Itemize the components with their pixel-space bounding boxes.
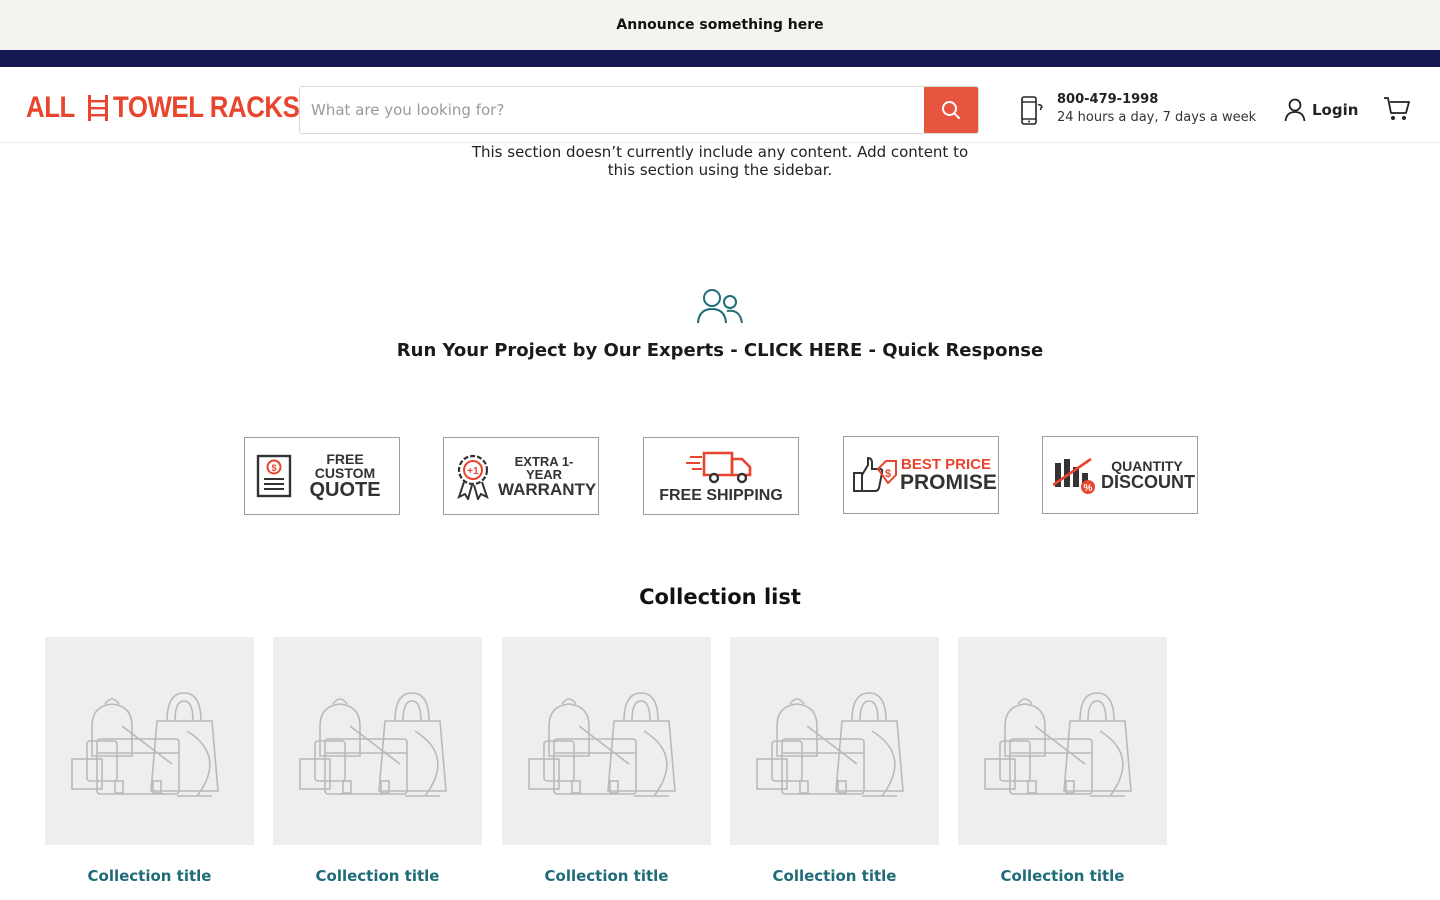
badge-label-line1: BEST PRICE	[900, 456, 991, 473]
svg-text:+1: +1	[467, 466, 479, 477]
people-group-icon[interactable]	[696, 287, 744, 325]
logo-word-towel-racks: TOWEL RACKS	[112, 91, 300, 124]
user-icon	[1284, 98, 1306, 122]
collection-title[interactable]: Collection title	[730, 867, 939, 885]
badge-free-shipping[interactable]: FREE SHIPPING	[643, 437, 799, 515]
cart-icon[interactable]	[1383, 96, 1411, 122]
badge-best-price-promise[interactable]: $ BEST PRICE PROMISE	[843, 436, 999, 514]
collection-image-placeholder[interactable]	[958, 637, 1167, 845]
badge-label-line2: PROMISE	[900, 471, 997, 494]
badge-label-line1: QUANTITY	[1111, 458, 1183, 474]
document-dollar-icon: $	[256, 454, 292, 498]
collection-title[interactable]: Collection title	[45, 867, 254, 885]
collection-card[interactable]: Collection title	[958, 637, 1167, 885]
phone-hours: 24 hours a day, 7 days a week	[1057, 110, 1257, 125]
collection-image-placeholder[interactable]	[502, 637, 711, 845]
bags-placeholder-icon	[984, 692, 1132, 797]
badge-extra-warranty[interactable]: +1 EXTRA 1-YEAR WARRANTY	[443, 437, 599, 515]
phone-contact[interactable]: 800-479-1998 24 hours a day, 7 days a we…	[1020, 91, 1256, 128]
collection-image-placeholder[interactable]	[730, 637, 939, 845]
announcement-text: Announce something here	[616, 17, 824, 33]
experts-link[interactable]: Run Your Project by Our Experts - CLICK …	[0, 340, 1440, 361]
announcement-bar: Announce something here	[0, 0, 1440, 50]
collection-card[interactable]: Collection title	[273, 637, 482, 885]
badge-label-line2: QUOTE	[309, 479, 381, 501]
collection-list-heading: Collection list	[639, 585, 801, 609]
search-bar	[299, 86, 979, 134]
bags-placeholder-icon	[528, 692, 676, 797]
empty-section-note: This section doesn’t currently include a…	[471, 143, 969, 179]
login-link[interactable]: Login	[1284, 98, 1358, 122]
badge-label-line1: EXTRA 1-YEAR	[514, 453, 574, 482]
collection-card[interactable]: Collection title	[730, 637, 939, 885]
collection-image-placeholder[interactable]	[45, 637, 254, 845]
phone-number[interactable]: 800-479-1998	[1057, 91, 1256, 108]
award-ribbon-icon: +1	[457, 454, 489, 500]
collection-title[interactable]: Collection title	[502, 867, 711, 885]
mobile-phone-icon	[1021, 96, 1043, 125]
search-icon	[942, 101, 960, 119]
bags-placeholder-icon	[756, 692, 904, 797]
svg-text:$: $	[885, 468, 891, 480]
badge-quantity-discount[interactable]: % QUANTITY DISCOUNT	[1042, 436, 1198, 514]
search-button[interactable]	[924, 87, 978, 133]
badge-label-line2: DISCOUNT	[1101, 472, 1195, 492]
thumbs-up-price-tag-icon: $	[853, 456, 897, 492]
bar-chart-discount-icon: %	[1053, 457, 1095, 494]
collection-image-placeholder[interactable]	[273, 637, 482, 845]
badge-label-line2: WARRANTY	[498, 479, 597, 499]
collection-card[interactable]: Collection title	[502, 637, 711, 885]
bags-placeholder-icon	[299, 692, 447, 797]
collection-title[interactable]: Collection title	[273, 867, 482, 885]
svg-text:$: $	[271, 463, 276, 473]
bags-placeholder-icon	[71, 692, 219, 797]
badge-label-line1: FREE SHIPPING	[659, 486, 783, 504]
badge-free-custom-quote[interactable]: $ FREE CUSTOM QUOTE	[244, 437, 400, 515]
collection-title[interactable]: Collection title	[958, 867, 1167, 885]
badge-label-line1: FREE CUSTOM	[314, 451, 376, 481]
login-label: Login	[1312, 101, 1359, 119]
svg-text:%: %	[1084, 483, 1093, 494]
navy-stripe	[0, 50, 1440, 67]
search-input[interactable]	[300, 87, 926, 133]
site-header: ALL TOWEL RACKS 800-479-1998	[0, 67, 1440, 143]
towel-rack-logo-icon	[87, 95, 108, 121]
site-logo[interactable]: ALL TOWEL RACKS	[26, 91, 330, 125]
collection-card[interactable]: Collection title	[45, 637, 254, 885]
delivery-truck-icon	[686, 451, 752, 483]
logo-word-all: ALL	[26, 91, 75, 124]
